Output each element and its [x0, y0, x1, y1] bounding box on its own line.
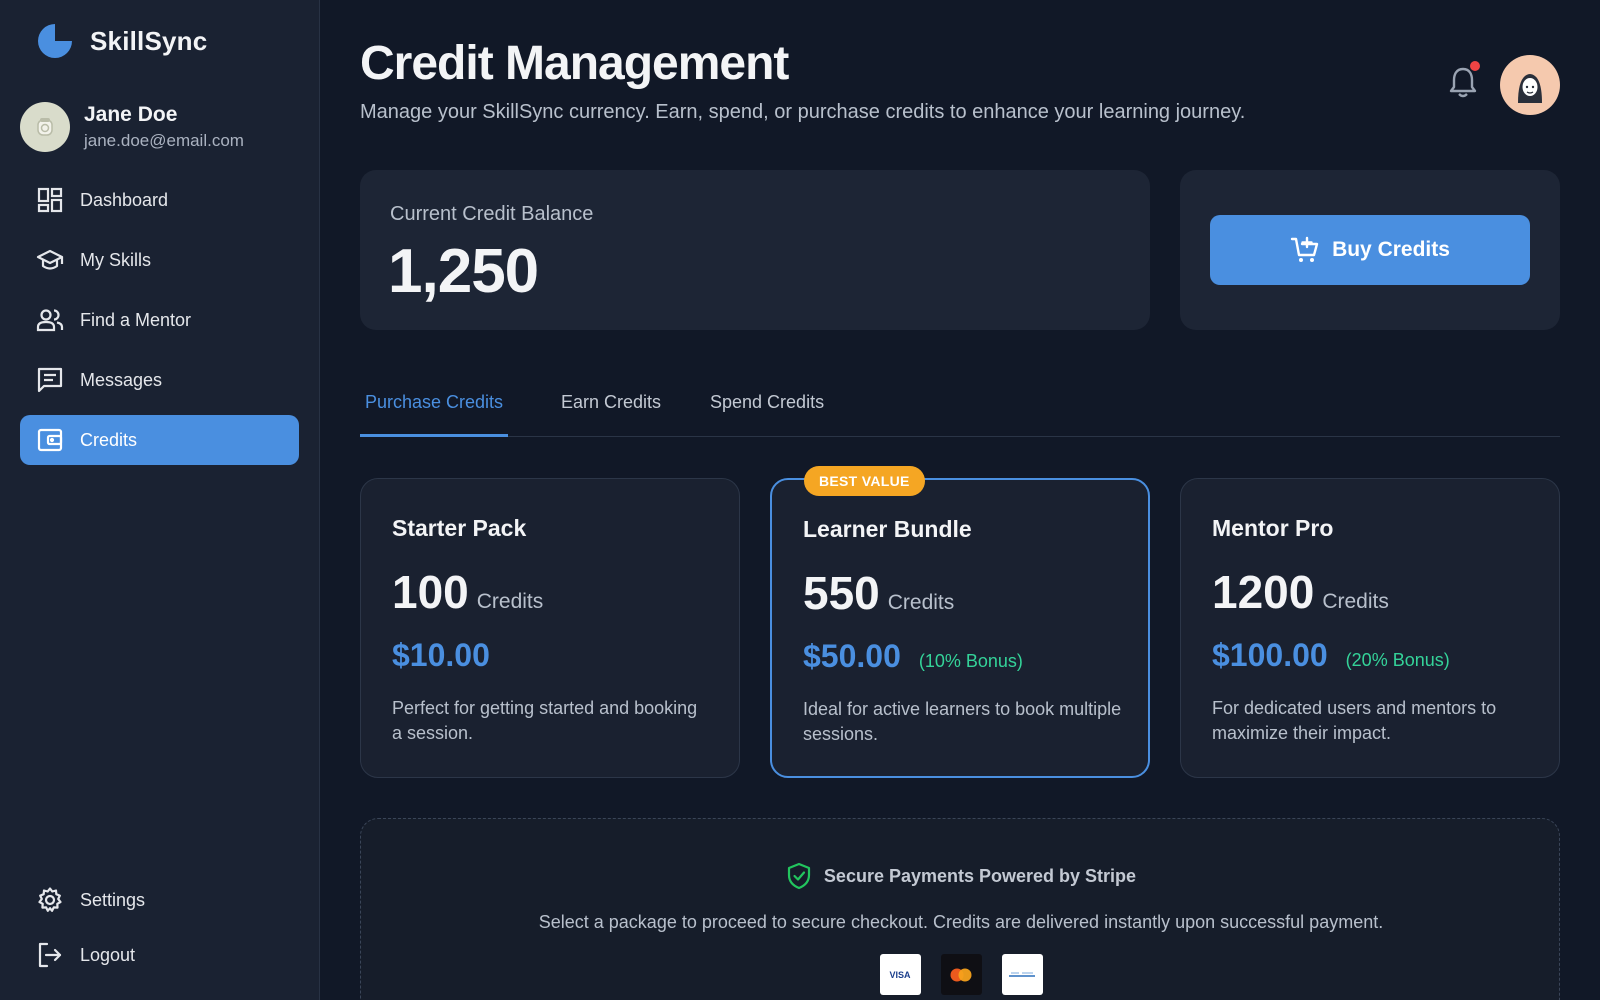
amex-logo: [1001, 954, 1043, 995]
sidebar: SkillSync Jane Doe jane.doe@email.com Da…: [0, 0, 320, 1000]
package-card-starter-pack[interactable]: Starter Pack 100 Credits $10.00 Perfect …: [360, 478, 740, 778]
wallet-icon: [37, 428, 63, 452]
user-profile[interactable]: Jane Doe jane.doe@email.com: [20, 102, 244, 152]
mastercard-logo: [940, 954, 982, 995]
dashboard-icon: [37, 187, 63, 213]
secure-payments-panel: Secure Payments Powered by Stripe Select…: [360, 818, 1560, 1000]
buy-credits-label: Buy Credits: [1332, 238, 1450, 261]
logo-icon: [38, 24, 72, 58]
package-amount: 1200 Credits: [1212, 565, 1389, 619]
package-description: Perfect for getting started and booking …: [392, 698, 698, 743]
tab-spend-credits[interactable]: Spend Credits: [705, 392, 829, 437]
add-to-cart-icon: [1290, 236, 1319, 262]
package-unit: Credits: [476, 590, 544, 613]
sidebar-item-label: Logout: [80, 944, 136, 965]
graduation-cap-icon: [36, 249, 64, 270]
notification-dot: [1470, 61, 1480, 71]
secure-payments-title: Secure Payments Powered by Stripe: [361, 862, 1561, 890]
gear-icon: [38, 887, 62, 912]
user-email: jane.doe@email.com: [84, 131, 244, 150]
sidebar-item-settings[interactable]: Settings: [20, 875, 299, 925]
mastercard-icon: [950, 968, 972, 981]
tab-purchase-credits[interactable]: Purchase Credits: [360, 392, 509, 437]
main-content: Credit Management Manage your SkillSync …: [360, 0, 1560, 1000]
sidebar-item-my-skills[interactable]: My Skills: [20, 235, 299, 285]
secure-title-text: Secure Payments Powered by Stripe: [823, 865, 1137, 886]
credit-tabs: Purchase Credits Earn Credits Spend Cred…: [360, 370, 1560, 437]
sidebar-item-label: Dashboard: [80, 189, 169, 210]
package-price: $100.00: [1212, 637, 1328, 673]
shield-check-icon: [787, 862, 811, 890]
sidebar-item-label: Find a Mentor: [80, 309, 192, 330]
sidebar-item-find-a-mentor[interactable]: Find a Mentor: [20, 295, 299, 345]
balance-card: Current Credit Balance 1,250: [360, 170, 1150, 330]
package-amount: 550 Credits: [803, 566, 954, 620]
package-card-learner-bundle[interactable]: BEST VALUE Learner Bundle 550 Credits $5…: [770, 466, 1150, 778]
sidebar-item-logout[interactable]: Logout: [20, 930, 299, 980]
buy-card: Buy Credits: [1180, 170, 1560, 330]
sidebar-item-label: Credits: [80, 429, 138, 450]
sidebar-item-messages[interactable]: Messages: [20, 355, 299, 405]
package-unit: Credits: [887, 591, 955, 614]
secure-payments-text: Select a package to proceed to secure ch…: [538, 912, 1384, 932]
avatar: [20, 102, 70, 152]
sidebar-item-credits[interactable]: Credits: [20, 415, 299, 465]
package-price: $10.00: [392, 637, 490, 673]
tab-earn-credits[interactable]: Earn Credits: [556, 392, 666, 437]
balance-value: 1,250: [388, 237, 539, 306]
sidebar-item-dashboard[interactable]: Dashboard: [20, 175, 299, 225]
app-name: SkillSync: [90, 25, 208, 56]
package-bonus: (10% Bonus): [918, 651, 1023, 671]
package-price: $50.00: [803, 638, 901, 674]
payment-card-logos: VISA: [361, 954, 1561, 995]
package-credits: 1200: [1212, 566, 1315, 618]
page-title: Credit Management: [360, 37, 789, 90]
visa-logo: VISA: [879, 954, 921, 995]
package-price-row: $50.00 (10% Bonus): [803, 638, 1023, 675]
message-icon: [37, 367, 63, 393]
sidebar-nav: Dashboard My Skills Find a Mentor Messag…: [20, 175, 299, 475]
package-amount: 100 Credits: [392, 565, 543, 619]
page-subtitle: Manage your SkillSync currency. Earn, sp…: [360, 101, 1246, 123]
package-bonus: (20% Bonus): [1345, 650, 1450, 670]
package-description: For dedicated users and mentors to maxim…: [1212, 698, 1497, 743]
package-name: Learner Bundle: [803, 516, 972, 542]
package-description: Ideal for active learners to book multip…: [803, 699, 1122, 744]
package-price-row: $100.00 (20% Bonus): [1212, 637, 1450, 674]
package-unit: Credits: [1322, 590, 1389, 613]
user-avatar-icon: [37, 118, 53, 136]
balance-label: Current Credit Balance: [390, 203, 594, 225]
user-name: Jane Doe: [84, 103, 178, 126]
amex-icon: [1009, 972, 1035, 977]
brand[interactable]: SkillSync: [36, 22, 207, 60]
user-avatar-icon: [1518, 74, 1542, 103]
package-credits: 550: [803, 567, 880, 619]
package-name: Mentor Pro: [1212, 515, 1334, 541]
top-avatar[interactable]: [1500, 55, 1560, 115]
package-credits: 100: [392, 566, 469, 618]
package-price-row: $10.00: [392, 637, 490, 674]
package-name: Starter Pack: [392, 515, 527, 541]
buy-credits-button[interactable]: Buy Credits: [1210, 215, 1530, 285]
sidebar-bottom-nav: Settings Logout: [20, 875, 299, 985]
package-card-mentor-pro[interactable]: Mentor Pro 1200 Credits $100.00 (20% Bon…: [1180, 478, 1560, 778]
sidebar-item-label: Settings: [80, 889, 146, 910]
people-icon: [36, 309, 64, 332]
sidebar-item-label: My Skills: [80, 249, 151, 270]
best-value-badge: BEST VALUE: [804, 466, 925, 496]
logout-icon: [38, 942, 62, 968]
sidebar-item-label: Messages: [80, 369, 163, 390]
